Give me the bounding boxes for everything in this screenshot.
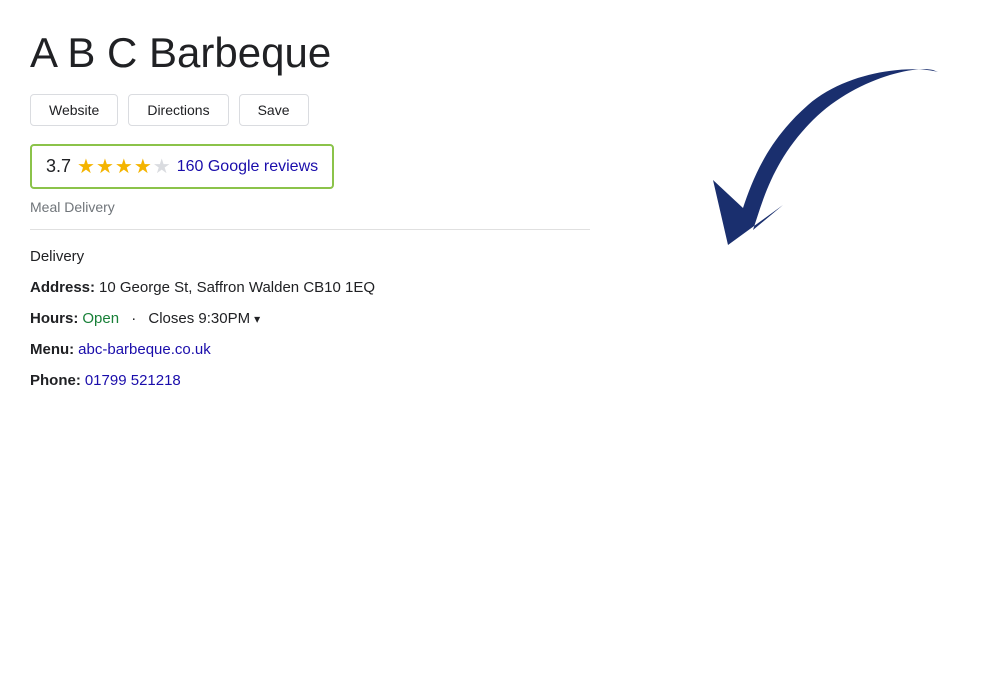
phone-row: Phone: 01799 521218 [30, 372, 590, 389]
rating-number: 3.7 [46, 156, 71, 177]
stars-container: ★ ★ ★ ★ ★ [77, 154, 171, 179]
address-row: Address: 10 George St, Saffron Walden CB… [30, 279, 590, 296]
menu-label: Menu: [30, 341, 74, 358]
star-5: ★ [153, 154, 171, 179]
hours-row: Hours: Open · Closes 9:30PM ▾ [30, 310, 590, 327]
reviews-link[interactable]: 160 Google reviews [177, 158, 318, 176]
rating-box[interactable]: 3.7 ★ ★ ★ ★ ★ 160 Google reviews [30, 144, 334, 189]
hours-close: Closes 9:30PM [148, 310, 250, 327]
star-1: ★ [77, 154, 95, 179]
open-status: Open [82, 310, 119, 327]
directions-button[interactable]: Directions [128, 94, 228, 126]
action-buttons: Website Directions Save [30, 94, 590, 126]
arrow-svg [673, 60, 953, 280]
menu-row: Menu: abc-barbeque.co.uk [30, 341, 590, 358]
divider [30, 229, 590, 230]
hours-label: Hours: [30, 310, 78, 327]
category-text: Meal Delivery [30, 199, 590, 215]
address-value: 10 George St, Saffron Walden CB10 1EQ [99, 279, 375, 296]
delivery-label: Delivery [30, 248, 84, 265]
website-button[interactable]: Website [30, 94, 118, 126]
star-3: ★ [115, 154, 133, 179]
business-name: A B C Barbeque [30, 30, 590, 76]
star-4: ★ [134, 154, 152, 179]
hours-separator: · [127, 310, 140, 327]
arrow-annotation [673, 60, 953, 280]
save-button[interactable]: Save [239, 94, 309, 126]
address-label: Address: [30, 279, 95, 296]
info-section: Delivery Address: 10 George St, Saffron … [30, 248, 590, 389]
menu-link[interactable]: abc-barbeque.co.uk [78, 341, 211, 358]
phone-label: Phone: [30, 372, 81, 389]
delivery-row: Delivery [30, 248, 590, 265]
star-2: ★ [96, 154, 114, 179]
phone-link[interactable]: 01799 521218 [85, 372, 181, 389]
hours-dropdown-icon[interactable]: ▾ [254, 312, 260, 326]
